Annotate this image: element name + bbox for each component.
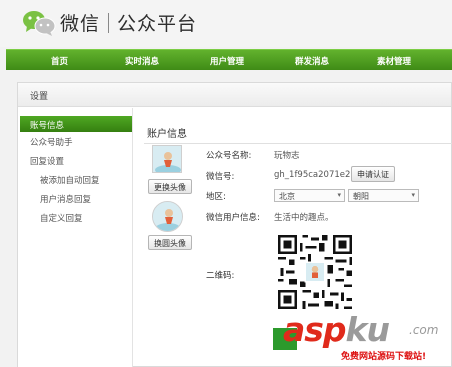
sidebar-item-assistant[interactable]: 公众号助手: [30, 136, 73, 148]
sidebar-item-custom-reply[interactable]: 自定义回复: [40, 212, 83, 224]
sidebar-item-reply-settings[interactable]: 回复设置: [30, 155, 64, 167]
nav-mass-messages[interactable]: 群发消息: [295, 55, 329, 67]
brand-platform: 公众平台: [117, 13, 198, 35]
wechat-logo-icon: [23, 11, 56, 36]
province-select[interactable]: 北京 ▾: [274, 189, 345, 202]
account-name-label: 公众号名称:: [206, 151, 252, 161]
chevron-down-icon: ▾: [337, 191, 341, 199]
qr-code-image: [275, 232, 355, 312]
brand-title: 微信 公众平台: [60, 9, 197, 36]
watermark-asp: asp: [283, 310, 347, 349]
section-title: 账户信息: [147, 129, 187, 140]
wechat-id-value: gh_1f95ca2071e2: [274, 170, 351, 180]
nav-realtime-messages[interactable]: 实时消息: [125, 55, 159, 67]
city-value: 朝阳: [353, 192, 369, 201]
chevron-down-icon: ▾: [411, 191, 415, 199]
province-value: 北京: [279, 192, 295, 201]
sidebar: 账号信息 公众号助手 回复设置 被添加自动回复 用户消息回复 自定义回复: [18, 108, 133, 367]
panel-title: 设置: [18, 83, 451, 107]
change-avatar-button[interactable]: 更换头像: [148, 179, 192, 194]
interest-label: 微信用户信息:: [206, 213, 260, 223]
section-divider: [144, 143, 452, 144]
watermark-ku: ku: [345, 310, 390, 349]
interest-value: 生活中的趣点。: [274, 213, 334, 223]
brand-divider: [108, 13, 110, 33]
watermark-logo-text: aspku: [283, 310, 390, 349]
sidebar-item-auto-reply[interactable]: 被添加自动回复: [40, 174, 100, 186]
watermark-com: .com: [409, 323, 439, 337]
nav-materials[interactable]: 素材管理: [377, 55, 411, 67]
avatar: [152, 145, 182, 173]
aspku-watermark: aspku .com 免费网站源码下载站!: [273, 310, 452, 367]
nav-home[interactable]: 首页: [51, 55, 68, 67]
region-label: 地区:: [206, 192, 226, 202]
watermark-subtitle: 免费网站源码下载站!: [341, 352, 427, 362]
wechat-id-label: 微信号:: [206, 172, 235, 182]
main-nav: 首页 实时消息 用户管理 群发消息 素材管理: [6, 49, 452, 70]
nav-user-management[interactable]: 用户管理: [210, 55, 244, 67]
change-round-avatar-button[interactable]: 换圆头像: [148, 235, 192, 250]
account-name-value: 玩物志: [274, 151, 300, 161]
city-select[interactable]: 朝阳 ▾: [348, 189, 419, 202]
apply-verification-button[interactable]: 申请认证: [351, 166, 395, 182]
avatar-illustration-icon: [153, 146, 181, 172]
sidebar-item-account-info[interactable]: 账号信息: [20, 116, 132, 132]
round-avatar: [152, 201, 183, 232]
sidebar-item-message-reply[interactable]: 用户消息回复: [40, 193, 91, 205]
brand-wechat: 微信: [60, 13, 101, 35]
qrcode-label: 二维码:: [206, 271, 235, 281]
header: 微信 公众平台: [0, 0, 452, 47]
